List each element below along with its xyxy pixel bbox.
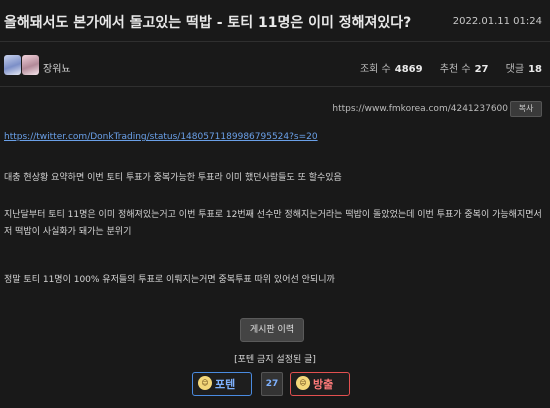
copy-button[interactable]: 복사 <box>510 101 542 117</box>
vote-notice: [포텐 금지 설정된 글] <box>234 355 316 365</box>
avatar-icon[interactable] <box>22 55 39 75</box>
views-count: 4869 <box>394 64 423 75</box>
meta-divider <box>0 86 550 87</box>
body-paragraph: 지난달부터 토티 11명은 이미 정해져있는거고 이번 투표로 12번째 선수만… <box>4 210 542 237</box>
recommend-label: 추천 수 <box>439 64 471 75</box>
comments-count[interactable]: 18 <box>528 64 542 75</box>
header-divider <box>0 41 550 42</box>
post-stats: 조회 수 4869 추천 수 27 댓글 18 <box>346 60 542 75</box>
upvote-label: 포텐 <box>215 378 236 391</box>
vote-count: 27 <box>261 372 283 396</box>
views-label: 조회 수 <box>359 64 391 75</box>
recommend-count: 27 <box>474 64 489 75</box>
post-title: 올해돼서도 본가에서 돌고있는 떡밥 - 토티 11명은 이미 정해져있다? <box>4 15 412 31</box>
body-paragraph: 대충 현상황 요약하면 이번 토티 투표가 중복가능한 투표라 이미 했던사람들… <box>4 173 342 183</box>
downvote-label: 방출 <box>313 378 334 391</box>
twitter-link[interactable]: https://twitter.com/DonkTrading/status/1… <box>4 132 318 142</box>
body-paragraph: 정말 토티 11명이 100% 유저들의 투표로 이뤄지는거면 중복투표 따위 … <box>4 275 335 285</box>
upvote-button[interactable]: ☺ 포텐 <box>192 372 252 396</box>
smile-face-icon: ☺ <box>198 376 212 390</box>
board-history-button[interactable]: 게시판 이력 <box>240 318 304 342</box>
comments-label: 댓글 <box>505 64 525 75</box>
author-name[interactable]: 장워뇨 <box>43 60 71 75</box>
downvote-button[interactable]: ☹ 방출 <box>290 372 350 396</box>
post-header: 올해돼서도 본가에서 돌고있는 떡밥 - 토티 11명은 이미 정해져있다? 2… <box>0 0 550 96</box>
avatar-icon[interactable] <box>4 55 21 75</box>
permalink-url[interactable]: https://www.fmkorea.com/4241237600 <box>332 104 508 114</box>
angry-face-icon: ☹ <box>296 376 310 390</box>
post-date: 2022.01.11 01:24 <box>452 16 542 27</box>
